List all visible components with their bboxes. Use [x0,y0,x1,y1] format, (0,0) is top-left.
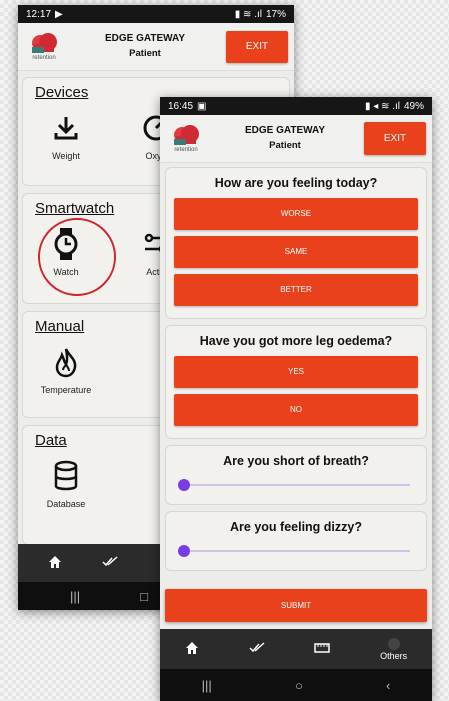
app-subtitle: Patient [269,139,301,151]
ruler-icon[interactable] [314,643,331,655]
submit-button[interactable]: SUBMIT [165,589,427,622]
tile-database[interactable]: Database [35,455,97,509]
app-header: retention EDGE GATEWAY Patient EXIT [160,115,432,163]
check-icon[interactable] [102,556,118,570]
question-card-dizzy: Are you feeling dizzy? [165,511,427,571]
questionnaire-content: How are you feeling today? WORSE SAME BE… [160,163,432,653]
home-icon[interactable] [185,641,199,657]
nav-others-label: Others [380,651,408,661]
retention-logo: retention [166,124,206,153]
heart-cloud-icon [174,125,199,145]
flame-icon [55,348,77,378]
battery-level: 49% [403,100,424,112]
status-bar: 12:17 ▶ ▮ ≋ .ıl 17% [18,5,294,23]
app-title: EDGE GATEWAY [244,125,325,137]
heart-cloud-icon [32,33,57,53]
system-nav-bar: ||| ○ ‹ [160,669,432,701]
exit-button[interactable]: EXIT [226,30,288,63]
database-icon [54,460,78,491]
app-subtitle: Patient [129,47,161,59]
question-dizzy: Are you feeling dizzy? [230,520,362,534]
nav-others[interactable]: Others [380,637,407,661]
back-icon[interactable]: ‹ [386,678,390,693]
download-icon [54,117,78,140]
check-icon[interactable] [249,642,265,656]
slider-thumb[interactable] [178,479,190,491]
signal-icon: ▮ ◂ ≋ .ıl [364,100,400,112]
recents-icon[interactable]: ||| [202,678,212,693]
highlight-circle [38,218,116,296]
others-icon [387,638,400,650]
home-button-icon[interactable]: ○ [295,678,303,693]
question-feeling: How are you feeling today? [214,176,378,190]
home-button-icon[interactable]: □ [140,589,148,604]
app-header: retention EDGE GATEWAY Patient EXIT [18,23,294,71]
retention-logo: retention [24,32,64,61]
recents-icon[interactable]: ||| [70,589,80,604]
tile-label-weight: Weight [52,151,80,161]
question-card-feeling: How are you feeling today? WORSE SAME BE… [165,167,427,319]
slider-track [182,484,410,486]
question-oedema: Have you got more leg oedema? [199,334,393,348]
question-card-oedema: Have you got more leg oedema? YES NO [165,325,427,439]
option-yes-button[interactable]: YES [174,356,418,388]
tile-label-temperature: Temperature [40,385,92,395]
status-bar: 16:45 ▣ ▮ ◂ ≋ .ıl 49% [160,97,432,115]
slider-track [182,550,410,552]
gallery-icon: ▣ [197,100,207,112]
question-card-breath: Are you short of breath? [165,445,427,505]
play-icon: ▶ [55,8,63,20]
battery-level: 17% [265,8,286,20]
tile-weight[interactable]: Weight [35,107,97,161]
status-time: 12:17 [26,8,52,20]
phone-screen-questionnaire: 16:45 ▣ ▮ ◂ ≋ .ıl 49% retention EDGE GAT… [160,97,432,701]
option-worse-button[interactable]: WORSE [174,198,418,230]
question-breath: Are you short of breath? [223,454,369,468]
option-better-button[interactable]: BETTER [174,274,418,306]
logo-text: retention [174,147,198,153]
logo-text: retention [32,55,56,61]
tile-label-database: Database [46,499,86,509]
breath-slider[interactable] [178,476,414,494]
signal-icon: ▮ ≋ .ıl [234,8,262,20]
option-same-button[interactable]: SAME [174,236,418,268]
dizzy-slider[interactable] [178,542,414,560]
status-time: 16:45 [168,100,194,112]
option-no-button[interactable]: NO [174,394,418,426]
bottom-nav: Others [160,629,432,669]
exit-button[interactable]: EXIT [364,122,426,155]
slider-thumb[interactable] [178,545,190,557]
tile-temperature[interactable]: Temperature [35,341,97,395]
app-title: EDGE GATEWAY [104,33,185,45]
home-icon[interactable] [48,555,62,571]
tile-watch[interactable]: Watch [35,218,116,296]
